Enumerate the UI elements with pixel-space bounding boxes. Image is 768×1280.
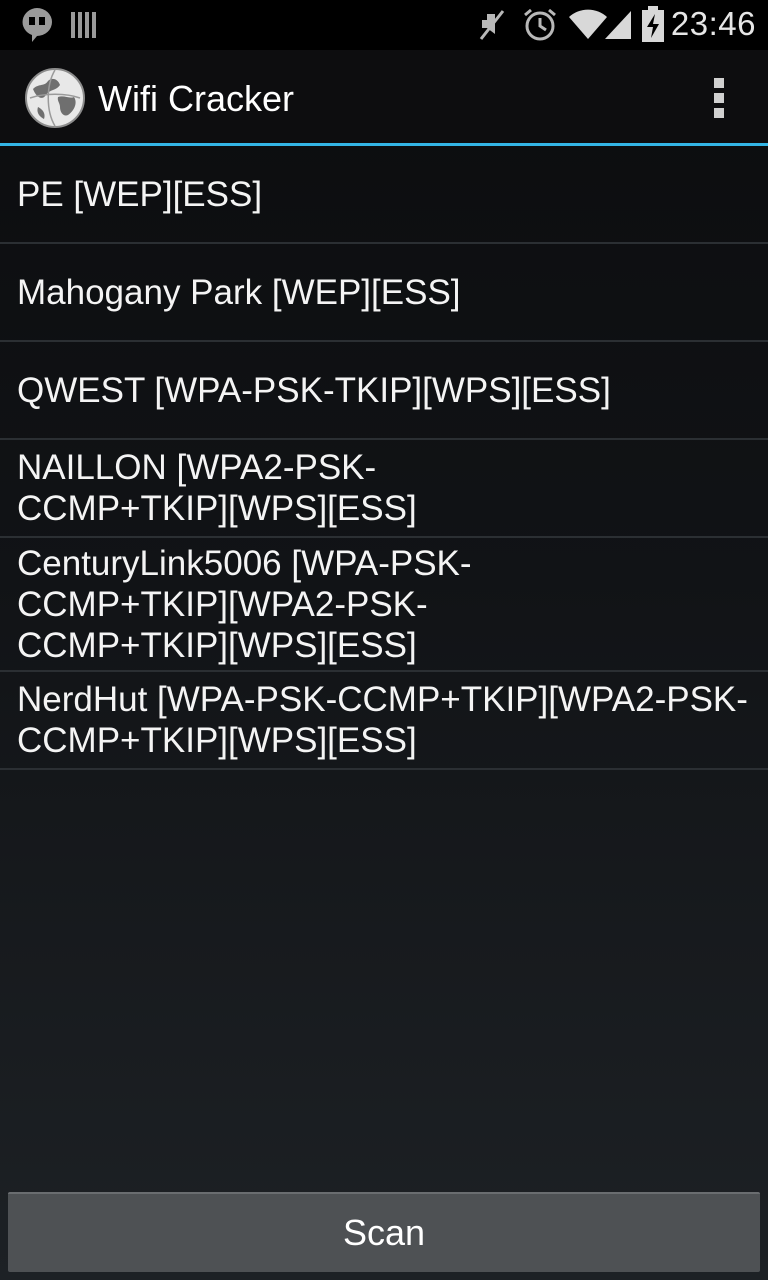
wifi-icon (569, 9, 607, 39)
network-label: NerdHut [WPA-PSK-CCMP+TKIP][WPA2-PSK-CCM… (17, 680, 748, 760)
barcode-icon (71, 12, 96, 38)
overflow-menu-icon (714, 78, 724, 88)
hangouts-icon (22, 8, 52, 42)
network-list-item[interactable]: Mahogany Park [WEP][ESS] (0, 244, 768, 342)
overflow-menu-button[interactable] (700, 76, 740, 120)
network-label: Mahogany Park [WEP][ESS] (17, 272, 461, 312)
app-title: Wifi Cracker (98, 78, 294, 119)
network-label: NAILLON [WPA2-PSK-CCMP+TKIP][WPS][ESS] (17, 448, 417, 528)
status-time: 23:46 (670, 5, 756, 42)
action-bar: Wifi Cracker (0, 50, 768, 143)
globe-logo-icon (25, 68, 85, 128)
network-list-item[interactable]: NAILLON [WPA2-PSK-CCMP+TKIP][WPS][ESS] (0, 440, 768, 538)
signal-icon (605, 11, 631, 39)
network-label: QWEST [WPA-PSK-TKIP][WPS][ESS] (17, 370, 611, 410)
alarm-icon (524, 8, 556, 41)
network-list-item[interactable]: PE [WEP][ESS] (0, 146, 768, 244)
network-list-item[interactable]: QWEST [WPA-PSK-TKIP][WPS][ESS] (0, 342, 768, 440)
scan-button[interactable]: Scan (8, 1192, 760, 1272)
mute-icon (479, 10, 505, 40)
network-label: PE [WEP][ESS] (17, 174, 263, 214)
network-list-item[interactable]: NerdHut [WPA-PSK-CCMP+TKIP][WPA2-PSK-CCM… (0, 672, 768, 770)
status-bar: 23:46 (0, 0, 768, 50)
battery-charging-icon (642, 6, 664, 42)
network-label: CenturyLink5006 [WPA-PSK-CCMP+TKIP][WPA2… (17, 543, 472, 665)
network-list[interactable]: PE [WEP][ESS] Mahogany Park [WEP][ESS] Q… (0, 146, 768, 770)
network-list-item[interactable]: CenturyLink5006 [WPA-PSK-CCMP+TKIP][WPA2… (0, 538, 768, 672)
